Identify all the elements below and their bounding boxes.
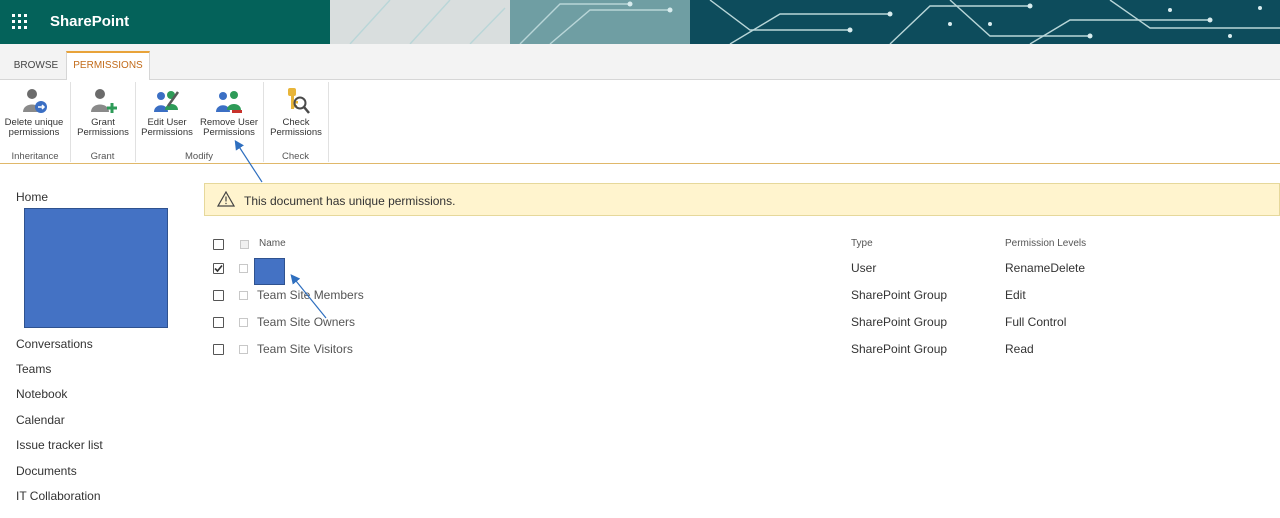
group-label-check: Check xyxy=(282,151,309,162)
group-label-grant: Grant xyxy=(90,151,115,162)
row-select-box[interactable] xyxy=(239,345,248,354)
row-select-box[interactable] xyxy=(239,264,248,273)
nav-it-collaboration[interactable]: IT Collaboration xyxy=(16,489,101,503)
group-label-inheritance: Inheritance xyxy=(11,151,59,162)
suite-bar: SharePoint xyxy=(0,0,1280,44)
row-checkbox[interactable] xyxy=(213,344,224,355)
row-checkbox[interactable] xyxy=(213,317,224,328)
cell-permission-level: Edit xyxy=(1005,288,1026,302)
grant-permissions-button[interactable]: Grant Permissions xyxy=(72,86,134,138)
cell-name[interactable]: Team Site Members xyxy=(257,288,364,302)
row-checkbox[interactable] xyxy=(213,263,224,274)
ribbon-label-line2: Permissions xyxy=(77,127,129,138)
ribbon-group-separator xyxy=(135,82,136,162)
column-header-name[interactable]: Name xyxy=(259,238,286,249)
banner-image xyxy=(330,0,1280,44)
tab-browse[interactable]: BROWSE xyxy=(6,51,66,79)
row-checkbox[interactable] xyxy=(213,290,224,301)
ribbon-tab-row xyxy=(0,44,1280,80)
checkmark-icon xyxy=(214,264,223,273)
remove-user-permissions-button[interactable]: Remove User Permissions xyxy=(197,86,261,138)
redacted-block xyxy=(24,208,168,328)
cell-type: SharePoint Group xyxy=(851,315,948,329)
cell-type: User xyxy=(851,261,877,275)
check-permissions-button[interactable]: Check Permissions xyxy=(266,86,326,138)
ribbon-group-separator xyxy=(328,82,329,162)
nav-teams[interactable]: Teams xyxy=(16,362,51,376)
ribbon-group-separator xyxy=(70,82,71,162)
grant-permissions-icon xyxy=(91,89,117,113)
app-brand[interactable]: SharePoint xyxy=(50,13,129,30)
select-all-checkbox[interactable] xyxy=(213,239,224,250)
ribbon-bottom-border xyxy=(0,163,1280,164)
check-permissions-icon xyxy=(288,88,310,114)
cell-type: SharePoint Group xyxy=(851,288,948,302)
nav-documents[interactable]: Documents xyxy=(16,464,77,478)
app-launcher-icon[interactable] xyxy=(0,0,40,44)
edit-user-permissions-icon xyxy=(154,91,180,112)
delete-permissions-icon xyxy=(23,89,47,113)
cell-permission-level: Read xyxy=(1005,342,1034,356)
edit-user-permissions-button[interactable]: Edit User Permissions xyxy=(139,86,195,138)
unique-permissions-notice: This document has unique permissions. xyxy=(204,183,1280,216)
cell-name[interactable]: Team Site Owners xyxy=(257,315,355,329)
ribbon-group-separator xyxy=(263,82,264,162)
nav-calendar[interactable]: Calendar xyxy=(16,413,65,427)
ribbon-label-line2: Permissions xyxy=(203,127,255,138)
tab-permissions[interactable]: PERMISSIONS xyxy=(66,51,150,80)
header-select-checkbox[interactable] xyxy=(240,240,249,249)
cell-permission-level: Full Control xyxy=(1005,315,1067,329)
cell-name[interactable]: Team Site Visitors xyxy=(257,342,353,356)
ribbon-label-line2: permissions xyxy=(8,127,60,138)
row-select-box[interactable] xyxy=(239,291,248,300)
ribbon: Delete unique permissions Grant Permissi… xyxy=(0,80,1280,164)
column-header-type[interactable]: Type xyxy=(851,238,873,249)
warning-icon xyxy=(217,191,235,207)
cell-permission-level: RenameDelete xyxy=(1005,261,1086,275)
nav-home[interactable]: Home xyxy=(16,190,48,204)
nav-notebook[interactable]: Notebook xyxy=(16,387,67,401)
row-select-box[interactable] xyxy=(239,318,248,327)
ribbon-label-line2: Permissions xyxy=(141,127,193,138)
nav-conversations[interactable]: Conversations xyxy=(16,337,93,351)
remove-user-permissions-icon xyxy=(216,91,242,113)
cell-type: SharePoint Group xyxy=(851,342,948,356)
redacted-user-name xyxy=(254,258,285,285)
delete-unique-permissions-button[interactable]: Delete unique permissions xyxy=(0,86,68,138)
ribbon-label-line2: Permissions xyxy=(270,127,322,138)
column-header-permission-levels[interactable]: Permission Levels xyxy=(1005,238,1086,249)
nav-issue-tracker-list[interactable]: Issue tracker list xyxy=(16,438,103,452)
notice-text: This document has unique permissions. xyxy=(244,194,456,208)
group-label-modify: Modify xyxy=(185,151,213,162)
